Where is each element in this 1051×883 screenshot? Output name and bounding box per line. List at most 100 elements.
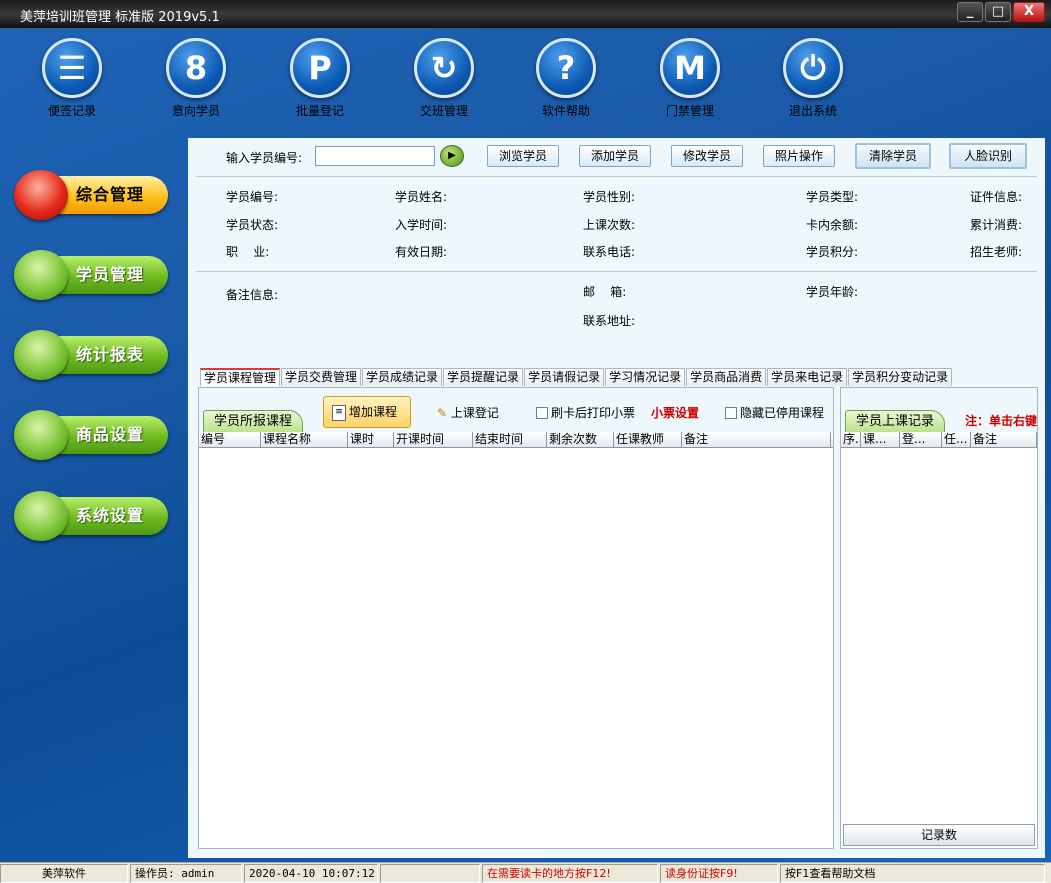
- notes-icon: ☰: [42, 38, 102, 98]
- column-header[interactable]: 课...: [861, 432, 900, 447]
- status-blank: [380, 864, 480, 883]
- browse-students-button[interactable]: 浏览学员: [487, 145, 559, 167]
- tab-product-consumption[interactable]: 学员商品消费: [686, 368, 767, 386]
- power-icon: ⏻: [783, 38, 843, 98]
- p-icon: P: [290, 38, 350, 98]
- tab-payments[interactable]: 学员交费管理: [281, 368, 362, 386]
- hide-disabled-checkbox[interactable]: 隐藏已停用课程: [725, 404, 824, 421]
- column-header[interactable]: 课时: [348, 432, 394, 447]
- tab-reminders[interactable]: 学员提醒记录: [443, 368, 524, 386]
- field-gender: 学员性别:: [583, 190, 636, 204]
- toolbar-label: 便签记录: [47, 104, 96, 118]
- add-course-button[interactable]: ≡ 增加课程: [323, 396, 411, 428]
- subtab-class-records[interactable]: 学员上课记录: [845, 410, 946, 432]
- status-company: 美萍软件: [0, 864, 128, 883]
- edit-student-button[interactable]: 修改学员: [671, 145, 743, 167]
- tab-points-changes[interactable]: 学员积分变动记录: [848, 368, 953, 386]
- toolbar-prospects[interactable]: 8 意向学员: [151, 38, 241, 119]
- tab-grades[interactable]: 学员成绩记录: [362, 368, 443, 386]
- status-datetime: 2020-04-10 10:07:12: [244, 864, 378, 883]
- checkbox-label: 刷卡后打印小票: [551, 406, 636, 420]
- field-email: 邮 箱:: [583, 285, 627, 299]
- field-balance: 卡内余额:: [806, 218, 859, 232]
- clear-student-button[interactable]: 清除学员: [855, 143, 931, 169]
- column-header[interactable]: 编号: [199, 432, 261, 447]
- photo-button[interactable]: 照片操作: [763, 145, 835, 167]
- toolbar-access-control[interactable]: M 门禁管理: [645, 38, 735, 119]
- subtab-enrolled-courses[interactable]: 学员所报课程: [203, 410, 304, 432]
- nav-system[interactable]: 系统设置: [14, 491, 168, 541]
- column-header[interactable]: 结束时间: [473, 432, 547, 447]
- receipt-settings-link[interactable]: 小票设置: [651, 404, 699, 421]
- toolbar-exit[interactable]: ⏻ 退出系统: [768, 38, 858, 119]
- ball-icon: [14, 491, 68, 541]
- record-count-bar: 记录数: [843, 824, 1035, 846]
- checkin-button[interactable]: ✎ 上课登记: [437, 404, 499, 421]
- column-header[interactable]: 备注: [682, 432, 831, 447]
- status-f12-hint: 在需要读卡的地方按F12!: [482, 864, 658, 883]
- print-receipt-checkbox[interactable]: 刷卡后打印小票: [536, 404, 635, 421]
- status-bar: 美萍软件 操作员: admin 2020-04-10 10:07:12 在需要读…: [0, 862, 1051, 883]
- maximize-button[interactable]: □: [985, 2, 1011, 22]
- face-recognition-button[interactable]: 人脸识别: [949, 143, 1027, 169]
- ball-icon: [14, 170, 68, 220]
- document-add-icon: ≡: [332, 404, 346, 421]
- status-f1-hint: 按F1查看帮助文档: [780, 864, 1045, 883]
- toolbar-batch-register[interactable]: P 批量登记: [275, 38, 365, 119]
- record-table-header: 序. 课... 登... 任... 备注: [841, 432, 1037, 448]
- checkbox-box: [725, 406, 737, 419]
- checkin-label: 上课登记: [450, 406, 499, 420]
- status-f9-hint: 读身份证按F9!: [660, 864, 778, 883]
- column-header[interactable]: 课程名称: [261, 432, 348, 447]
- tab-leave[interactable]: 学员请假记录: [524, 368, 605, 386]
- toolbar-label: 门禁管理: [665, 104, 714, 118]
- divider: [196, 176, 1037, 177]
- toolbar-shift[interactable]: ↻ 交班管理: [399, 38, 489, 119]
- toolbar-label: 批量登记: [295, 104, 344, 118]
- student-id-input[interactable]: [315, 146, 435, 166]
- status-operator: 操作员: admin: [130, 864, 242, 883]
- field-job: 职 业:: [226, 245, 270, 259]
- course-pane: 学员所报课程 ≡ 增加课程 ✎ 上课登记 刷卡后打印小票 小票设置 隐藏已停用课程: [198, 387, 834, 849]
- field-status: 学员状态:: [226, 218, 279, 232]
- column-header[interactable]: 序.: [841, 432, 861, 447]
- field-type: 学员类型:: [806, 190, 859, 204]
- tab-course-management[interactable]: 学员课程管理: [200, 368, 281, 386]
- toolbar-label: 软件帮助: [541, 104, 590, 118]
- toolbar-help[interactable]: ? 软件帮助: [521, 38, 611, 119]
- nav-general[interactable]: 综合管理: [14, 170, 168, 220]
- column-header[interactable]: 剩余次数: [547, 432, 614, 447]
- add-student-button[interactable]: 添加学员: [579, 145, 651, 167]
- minimize-button[interactable]: _: [957, 2, 983, 22]
- field-classes: 上课次数:: [583, 218, 636, 232]
- refresh-icon: ↻: [414, 38, 474, 98]
- field-teacher: 招生老师:: [970, 245, 1023, 259]
- field-phone: 联系电话:: [583, 245, 636, 259]
- toolbar-notes[interactable]: ☰ 便签记录: [27, 38, 117, 119]
- column-header[interactable]: 登...: [900, 432, 942, 447]
- field-consume: 累计消费:: [970, 218, 1023, 232]
- nav-reports[interactable]: 统计报表: [14, 330, 168, 380]
- field-points: 学员积分:: [806, 245, 859, 259]
- course-table-header: 编号 课程名称 课时 开课时间 结束时间 剩余次数 任课教师 备注: [199, 432, 833, 448]
- help-icon: ?: [536, 38, 596, 98]
- field-age: 学员年龄:: [806, 285, 859, 299]
- search-label: 输入学员编号:: [226, 151, 303, 165]
- tab-strip: 学员课程管理 学员交费管理 学员成绩记录 学员提醒记录 学员请假记录 学习情况记…: [200, 368, 953, 386]
- column-header[interactable]: 任课教师: [614, 432, 682, 447]
- column-header[interactable]: 备注: [971, 432, 1037, 447]
- tab-learning[interactable]: 学习情况记录: [605, 368, 686, 386]
- toolbar-label: 退出系统: [788, 104, 837, 118]
- checkbox-label: 隐藏已停用课程: [740, 406, 825, 420]
- title-bar: 美萍培训班管理 标准版 2019v5.1 _ □ X: [0, 0, 1051, 28]
- column-header[interactable]: 任...: [942, 432, 971, 447]
- column-header[interactable]: 开课时间: [394, 432, 473, 447]
- nav-students[interactable]: 学员管理: [14, 250, 168, 300]
- field-id: 学员编号:: [226, 190, 279, 204]
- field-valid: 有效日期:: [395, 245, 448, 259]
- go-icon[interactable]: ▶: [440, 145, 464, 167]
- close-button[interactable]: X: [1013, 2, 1045, 22]
- nav-products[interactable]: 商品设置: [14, 410, 168, 460]
- tab-calls[interactable]: 学员来电记录: [767, 368, 848, 386]
- content-panel: 输入学员编号: ▶ 浏览学员 添加学员 修改学员 照片操作 清除学员 人脸识别 …: [188, 138, 1045, 858]
